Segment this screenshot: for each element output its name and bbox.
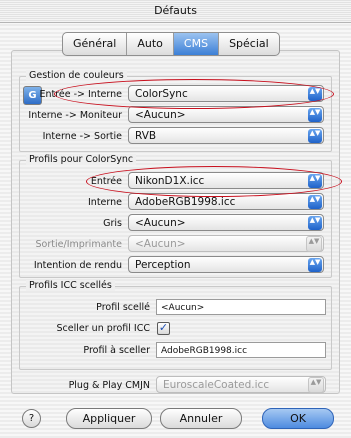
ok-button[interactable]: OK — [262, 408, 334, 429]
updown-arrows-icon: ▲▼ — [306, 236, 322, 252]
updown-arrows-icon: ▲▼ — [308, 216, 322, 230]
tab-special[interactable]: Spécial — [219, 33, 279, 55]
popup-profile-gray-value: <Aucun> — [135, 217, 186, 229]
updown-arrows-icon: ▲▼ — [308, 108, 322, 122]
popup-rendering-intent-value: Perception — [135, 259, 191, 271]
label-profile-output-printer: Sortie/Imprimante — [35, 239, 122, 250]
field-sealed-profile: <Aucun> — [156, 299, 326, 315]
highlight-oval-color-management — [54, 79, 334, 109]
popup-profile-internal-value: AdobeRGB1998.icc — [135, 196, 236, 208]
seal-icc-checkbox[interactable]: ✓ — [157, 322, 170, 335]
label-seal-icc: Sceller un profil ICC — [56, 323, 150, 334]
apply-button[interactable]: Appliquer — [66, 408, 152, 429]
icc-sealed-title: Profils ICC scellés — [26, 280, 115, 291]
tab-general[interactable]: Général — [63, 33, 128, 55]
popup-rendering-intent[interactable]: Perception ▲▼ — [128, 256, 324, 273]
popup-internal-monitor-value: <Aucun> — [135, 109, 186, 121]
label-plug-play-cmjn: Plug & Play CMJN — [68, 380, 150, 391]
colorsync-profiles-title: Profils pour ColorSync — [26, 154, 137, 165]
label-internal-output: Interne -> Sortie — [42, 131, 122, 142]
popup-plug-play-cmjn-value: EuroscaleCoated.icc — [163, 379, 270, 391]
tab-cms[interactable]: CMS — [173, 33, 220, 55]
popup-internal-output-value: RVB — [135, 130, 157, 142]
window-title: Défauts — [0, 0, 351, 23]
updown-arrows-icon: ▲▼ — [308, 129, 322, 143]
updown-arrows-icon: ▲▼ — [308, 195, 322, 209]
label-sealed-profile: Profil scellé — [96, 302, 150, 313]
color-management-title: Gestion de couleurs — [26, 70, 127, 81]
popup-internal-output[interactable]: RVB ▲▼ — [128, 127, 324, 144]
label-profile-to-seal: Profil à sceller — [83, 345, 150, 356]
updown-arrows-icon: ▲▼ — [308, 377, 324, 393]
tab-bar: Général Auto CMS Spécial — [62, 32, 280, 56]
tab-auto[interactable]: Auto — [127, 33, 174, 55]
updown-arrows-icon: ▲▼ — [308, 258, 322, 272]
help-button[interactable]: ? — [22, 409, 41, 428]
highlight-oval-input-profile — [86, 166, 342, 197]
popup-plug-play-cmjn: EuroscaleCoated.icc ▲▼ — [156, 376, 326, 393]
label-profile-internal: Interne — [88, 197, 122, 208]
label-internal-monitor: Interne -> Moniteur — [28, 110, 122, 121]
label-rendering-intent: Intention de rendu — [33, 260, 122, 271]
cancel-button[interactable]: Annuler — [160, 408, 242, 429]
popup-profile-output-printer: <Aucun> ▲▼ — [128, 235, 324, 252]
popup-profile-output-printer-value: <Aucun> — [135, 238, 186, 250]
popup-profile-gray[interactable]: <Aucun> ▲▼ — [128, 214, 324, 231]
label-profile-gray: Gris — [103, 218, 122, 229]
field-profile-to-seal[interactable]: AdobeRGB1998.icc — [156, 342, 326, 358]
